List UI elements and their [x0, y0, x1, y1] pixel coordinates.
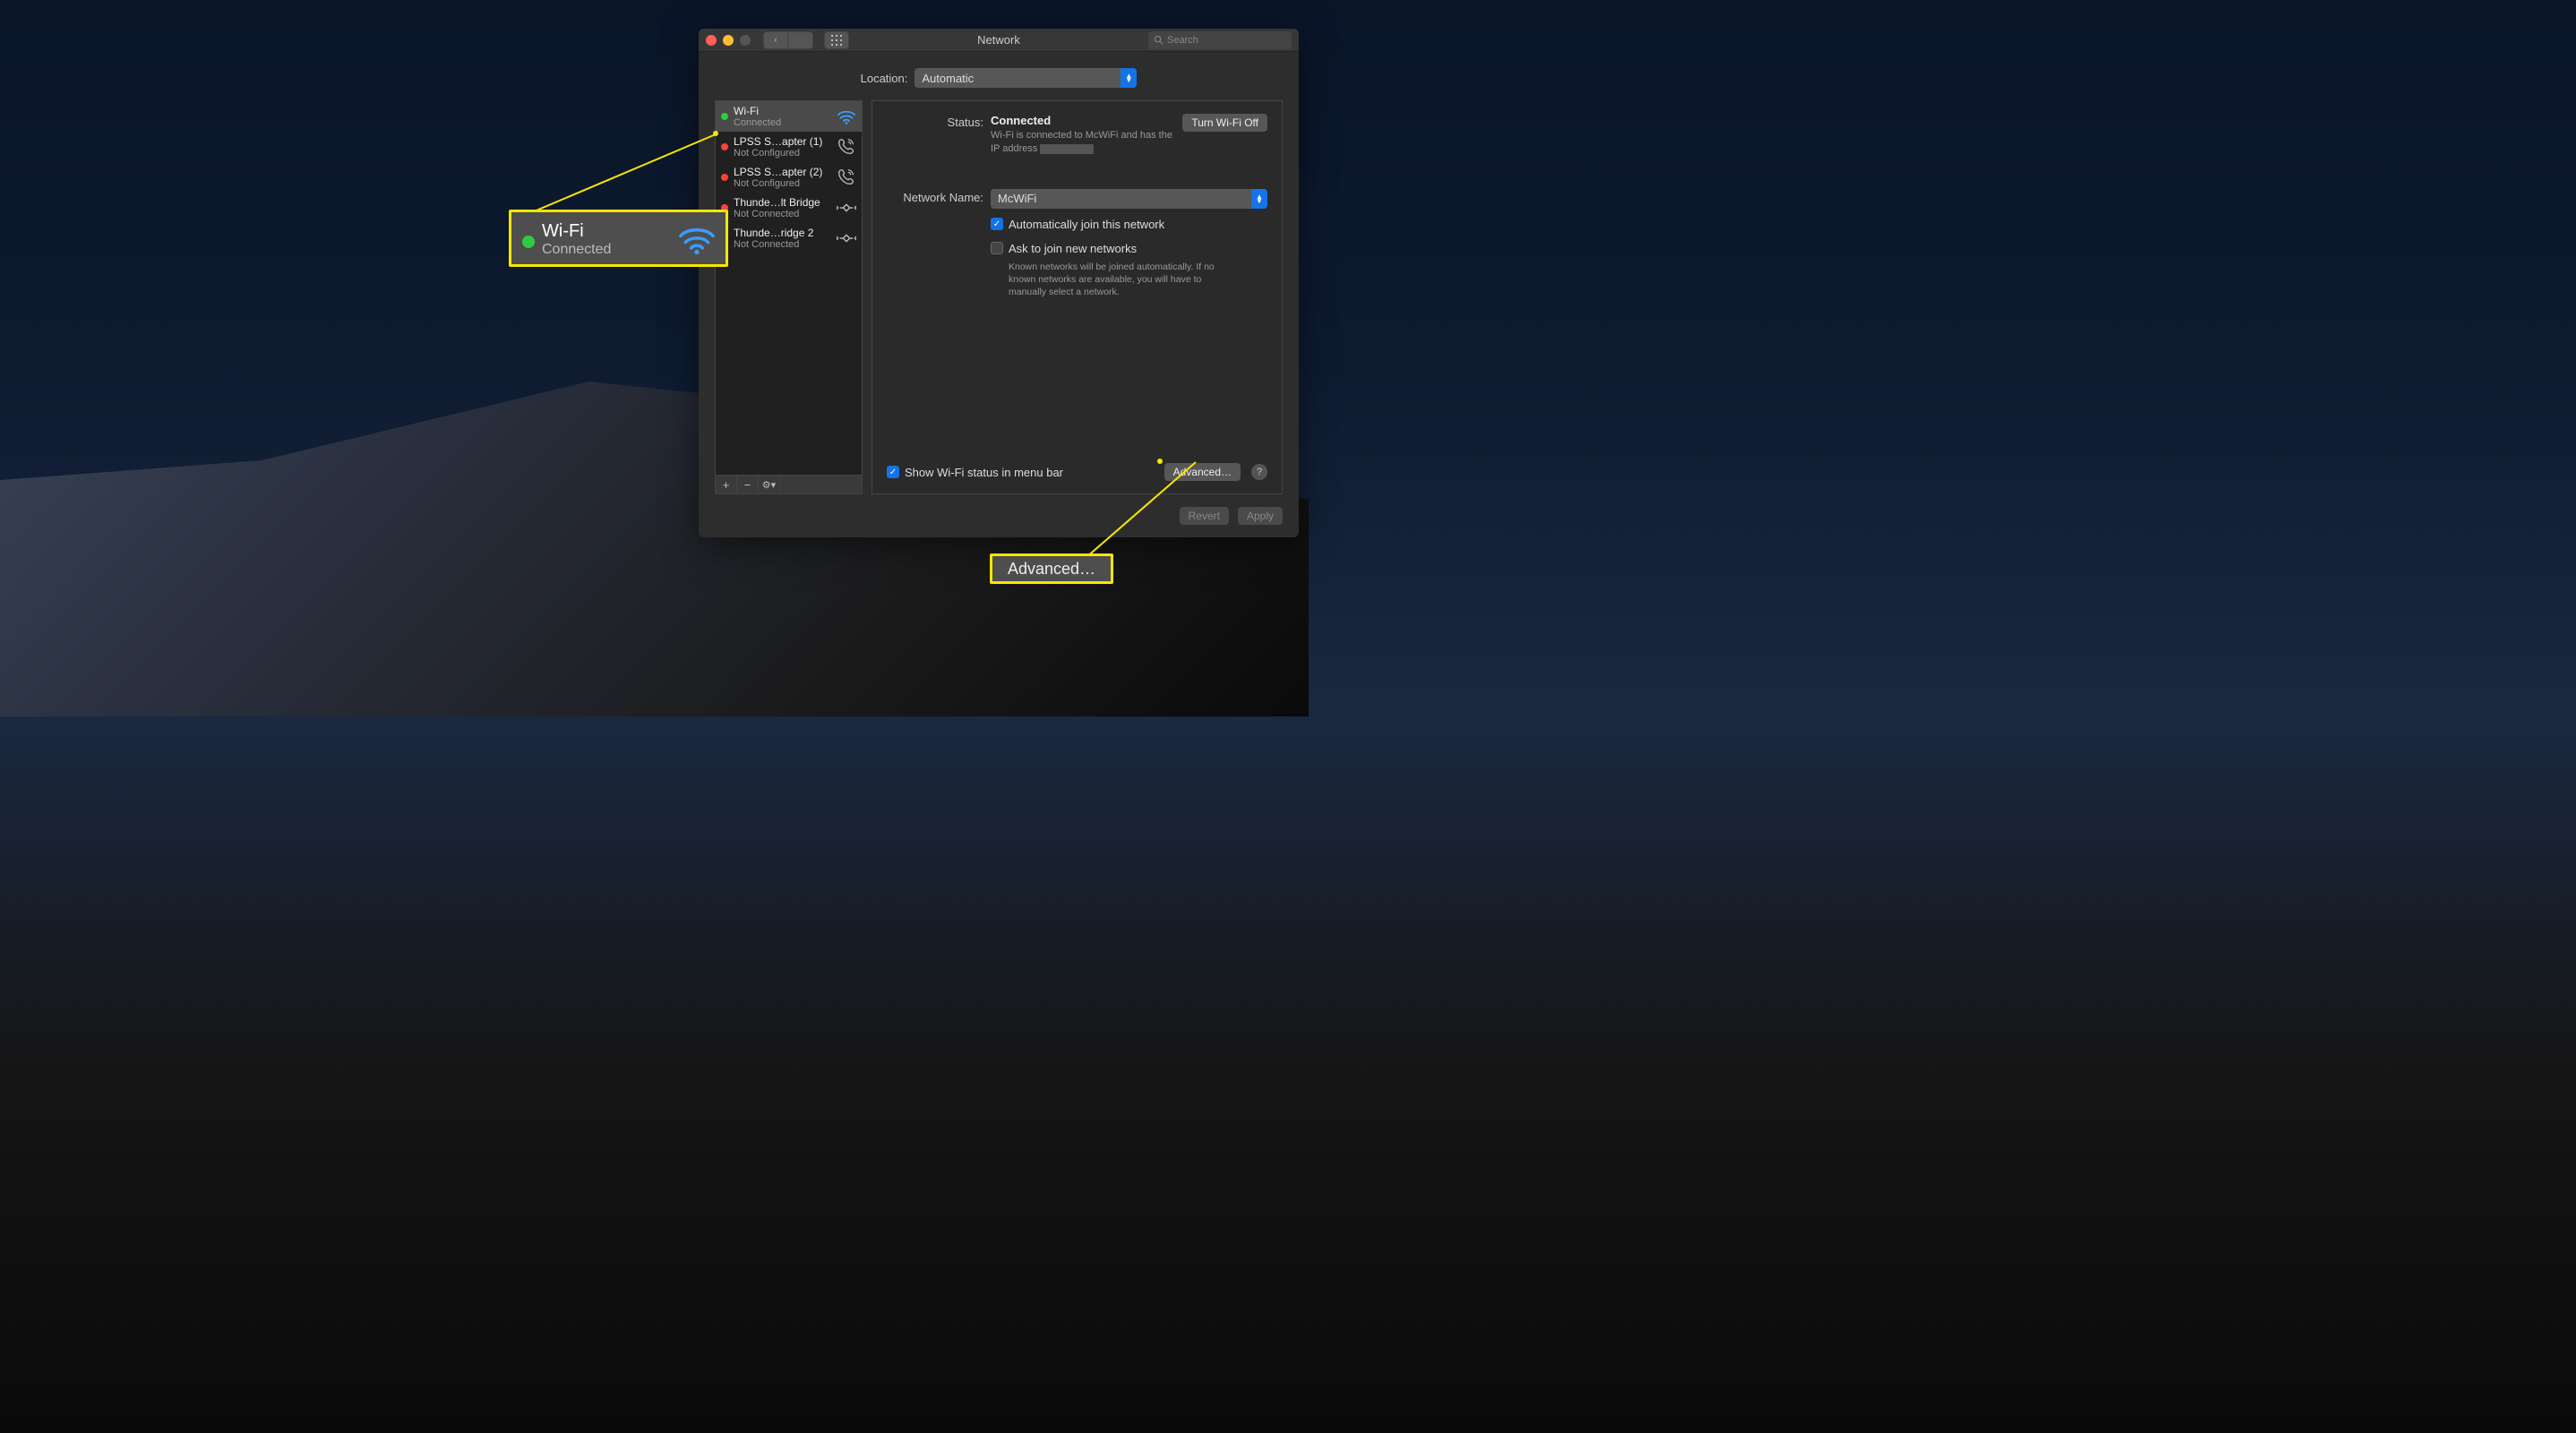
- interface-name: LPSS S…apter (2): [734, 166, 831, 178]
- interface-list[interactable]: Wi-FiConnectedLPSS S…apter (1)Not Config…: [715, 100, 863, 475]
- close-button[interactable]: [706, 35, 717, 46]
- auto-join-label: Automatically join this network: [1009, 218, 1164, 231]
- search-icon: [1154, 35, 1163, 45]
- interface-status: Connected: [734, 117, 831, 128]
- add-interface-button[interactable]: +: [716, 476, 737, 493]
- interface-status: Not Configured: [734, 148, 831, 159]
- show-menu-checkbox-row[interactable]: ✓ Show Wi-Fi status in menu bar: [887, 466, 1063, 479]
- sidebar-toolbar-spacer: [780, 476, 862, 493]
- traffic-lights: [706, 35, 751, 46]
- stars-decoration: · · · · · ·: [107, 27, 511, 30]
- wifi-icon: [837, 107, 856, 126]
- interface-actions-menu[interactable]: ⚙︎▾: [759, 476, 780, 493]
- forward-button[interactable]: ›: [788, 31, 813, 49]
- chevron-updown-icon: [1251, 189, 1267, 209]
- ask-join-help-text: Known networks will be joined automatica…: [1009, 261, 1232, 299]
- callout-wifi-name: Wi-Fi: [542, 221, 611, 242]
- location-label: Location:: [861, 72, 908, 85]
- turn-wifi-off-button[interactable]: Turn Wi-Fi Off: [1182, 114, 1267, 132]
- interface-item-2[interactable]: LPSS S…apter (2)Not Configured: [716, 162, 862, 193]
- show-all-button[interactable]: [824, 31, 849, 49]
- interface-item-1[interactable]: LPSS S…apter (1)Not Configured: [716, 132, 862, 162]
- zoom-button[interactable]: [740, 35, 751, 46]
- titlebar: ‹ › Network Search: [699, 29, 1299, 52]
- interface-name: Wi-Fi: [734, 105, 831, 117]
- callout-line: [536, 133, 716, 211]
- status-dot-icon: [721, 113, 728, 120]
- interface-item-4[interactable]: Thunde…ridge 2Not Connected: [716, 223, 862, 253]
- interface-status: Not Connected: [734, 239, 831, 250]
- status-subtext: Wi-Fi is connected to McWiFi and has the…: [991, 129, 1175, 157]
- window-title: Network: [977, 33, 1020, 47]
- interface-sidebar: Wi-FiConnectedLPSS S…apter (1)Not Config…: [715, 100, 863, 494]
- wifi-icon: [677, 223, 717, 260]
- interface-status: Not Connected: [734, 209, 831, 219]
- window-footer: Revert Apply: [699, 494, 1299, 537]
- help-button[interactable]: ?: [1251, 464, 1267, 480]
- status-dot-icon: [522, 236, 535, 248]
- network-name-label: Network Name:: [887, 189, 983, 204]
- sidebar-toolbar: + − ⚙︎▾: [715, 475, 863, 494]
- revert-button[interactable]: Revert: [1180, 507, 1229, 525]
- interface-item-3[interactable]: Thunde…lt BridgeNot Connected: [716, 193, 862, 223]
- status-dot-icon: [721, 143, 728, 150]
- interface-name: Thunde…lt Bridge: [734, 196, 831, 209]
- phone-icon: [837, 167, 856, 187]
- location-select[interactable]: Automatic: [914, 68, 1137, 88]
- callout-wifi-highlight: Wi-Fi Connected: [509, 210, 728, 267]
- status-label: Status:: [887, 114, 983, 129]
- bridge-icon: [837, 198, 856, 218]
- back-button[interactable]: ‹: [763, 31, 788, 49]
- network-name-select[interactable]: McWiFi: [991, 189, 1267, 209]
- interface-status: Not Configured: [734, 178, 831, 189]
- location-row: Location: Automatic: [699, 52, 1299, 100]
- remove-interface-button[interactable]: −: [737, 476, 759, 493]
- redacted-ip: [1040, 144, 1094, 154]
- status-value: Connected: [991, 114, 1175, 127]
- callout-anchor-dot: [1157, 459, 1163, 464]
- nav-back-forward: ‹ ›: [763, 31, 813, 49]
- show-menu-checkbox[interactable]: ✓: [887, 466, 899, 478]
- phone-icon: [837, 137, 856, 157]
- ask-join-checkbox[interactable]: [991, 242, 1003, 254]
- ask-join-checkbox-row[interactable]: Ask to join new networks: [991, 242, 1267, 255]
- search-field[interactable]: Search: [1148, 31, 1292, 49]
- auto-join-checkbox-row[interactable]: ✓ Automatically join this network: [991, 218, 1267, 231]
- callout-advanced-highlight: Advanced…: [990, 553, 1113, 584]
- location-value: Automatic: [922, 72, 974, 85]
- ask-join-label: Ask to join new networks: [1009, 242, 1137, 255]
- apply-button[interactable]: Apply: [1238, 507, 1283, 525]
- network-name-value: McWiFi: [998, 192, 1036, 205]
- interface-name: Thunde…ridge 2: [734, 227, 831, 239]
- auto-join-checkbox[interactable]: ✓: [991, 218, 1003, 230]
- minimize-button[interactable]: [723, 35, 734, 46]
- chevron-updown-icon: [1121, 68, 1137, 88]
- network-preferences-window: ‹ › Network Search Location: Automatic W…: [699, 29, 1299, 537]
- search-placeholder: Search: [1167, 35, 1198, 46]
- status-dot-icon: [721, 174, 728, 181]
- interface-detail-panel: Status: Connected Wi-Fi is connected to …: [872, 100, 1283, 494]
- interface-name: LPSS S…apter (1): [734, 135, 831, 148]
- show-menu-label: Show Wi-Fi status in menu bar: [905, 466, 1063, 479]
- callout-advanced-label: Advanced…: [1008, 560, 1095, 579]
- bridge-icon: [837, 228, 856, 248]
- callout-wifi-status: Connected: [542, 242, 611, 258]
- interface-item-0[interactable]: Wi-FiConnected: [716, 101, 862, 132]
